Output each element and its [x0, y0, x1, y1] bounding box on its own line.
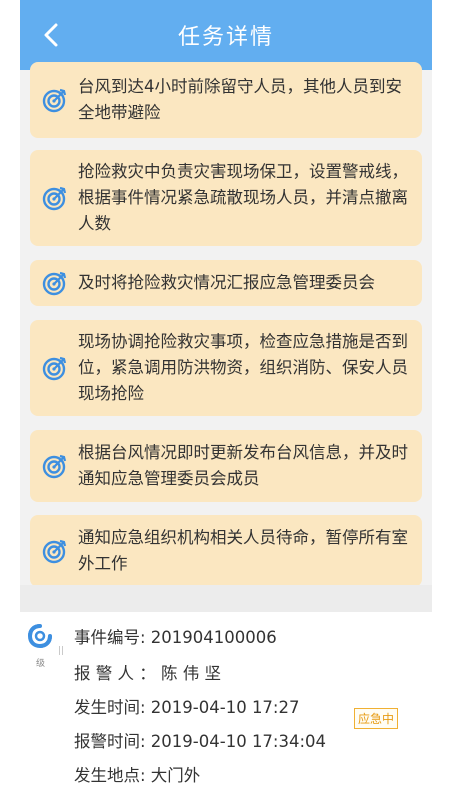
event-info-panel[interactable]: 级 || 事件编号: 201904100006 报 警 人 ： 陈 伟 坚 发生…	[20, 612, 432, 800]
task-card[interactable]: 台风到达4小时前除留守人员，其他人员到安全地带避险	[30, 62, 422, 138]
level-mark: ||	[58, 646, 65, 656]
back-button[interactable]	[36, 20, 66, 50]
page-title: 任务详情	[177, 25, 274, 50]
target-icon	[42, 88, 67, 113]
task-card[interactable]: 现场协调抢险救灾事项，检查应急措施是否到位，紧急调用防洪物资，组织消防、保安人员…	[30, 320, 422, 416]
status-badge: 应急中	[354, 708, 399, 729]
task-text: 及时将抢险救灾情况汇报应急管理委员会	[78, 273, 375, 292]
target-icon	[42, 271, 67, 296]
phone-screen: 任务详情 台风到达4小时前除留守人员，其他人员到安全地带避险 抢险救灾中负责灾害…	[20, 0, 432, 800]
level-label: 级	[36, 659, 46, 669]
task-text: 台风到达4小时前除留守人员，其他人员到安全地带避险	[78, 77, 402, 122]
task-card[interactable]: 通知应急组织机构相关人员待命，暂停所有室外工作	[30, 515, 422, 587]
task-text: 抢险救灾中负责灾害现场保卫，设置警戒线，根据事件情况紧急疏散现场人员，并清点撤离…	[78, 162, 408, 233]
target-icon	[42, 356, 67, 381]
target-icon	[42, 539, 67, 564]
typhoon-icon	[27, 624, 52, 649]
event-number: 事件编号: 201904100006	[74, 628, 277, 647]
target-icon	[42, 186, 67, 211]
task-card[interactable]: 根据台风情况即时更新发布台风信息，并及时通知应急管理委员会成员	[30, 430, 422, 502]
task-text: 现场协调抢险救灾事项，检查应急措施是否到位，紧急调用防洪物资，组织消防、保安人员…	[78, 332, 408, 403]
header-bar: 任务详情	[20, 0, 432, 70]
section-divider	[20, 585, 432, 615]
task-text: 通知应急组织机构相关人员待命，暂停所有室外工作	[78, 528, 408, 573]
target-icon	[42, 454, 67, 479]
task-card[interactable]: 及时将抢险救灾情况汇报应急管理委员会	[30, 260, 422, 306]
event-location: 发生地点: 大门外	[74, 766, 201, 785]
task-list: 台风到达4小时前除留守人员，其他人员到安全地带避险 抢险救灾中负责灾害现场保卫，…	[20, 62, 432, 587]
event-occur-time: 发生时间: 2019-04-10 17:27	[74, 698, 300, 717]
task-card[interactable]: 抢险救灾中负责灾害现场保卫，设置警戒线，根据事件情况紧急疏散现场人员，并清点撤离…	[30, 150, 422, 246]
event-reporter: 报 警 人 ： 陈 伟 坚	[74, 664, 221, 683]
chevron-left-icon	[44, 23, 58, 47]
task-text: 根据台风情况即时更新发布台风信息，并及时通知应急管理委员会成员	[78, 443, 408, 488]
event-report-time: 报警时间: 2019-04-10 17:34:04	[74, 732, 327, 751]
